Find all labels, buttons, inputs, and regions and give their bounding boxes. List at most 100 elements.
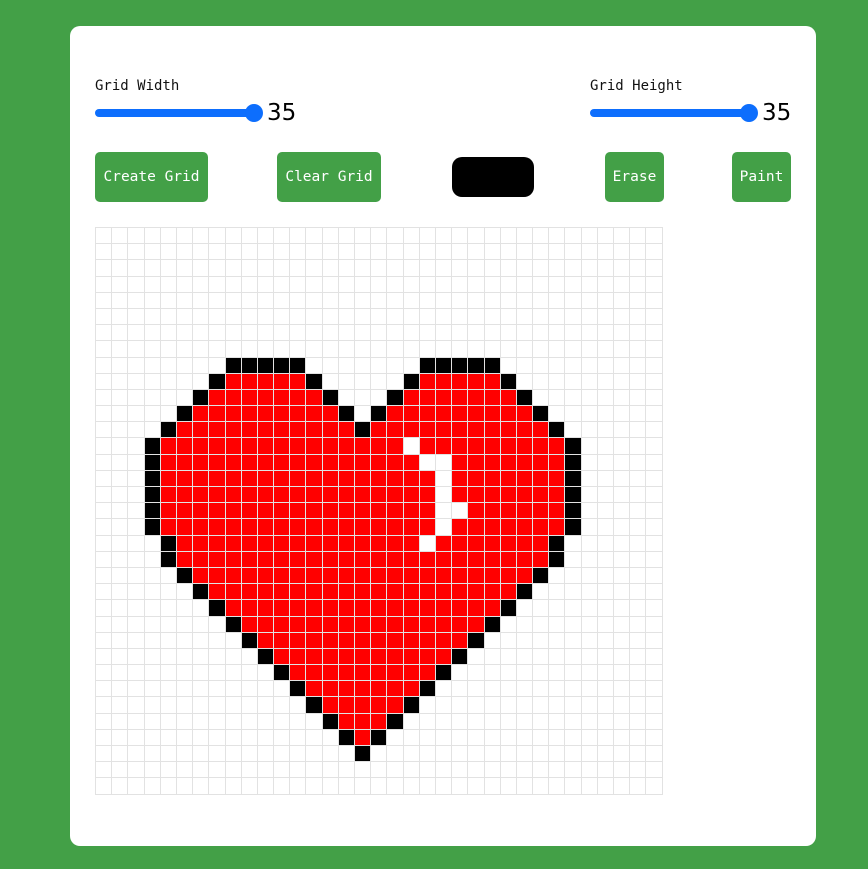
- grid-cell[interactable]: [306, 762, 323, 779]
- grid-cell[interactable]: [96, 325, 113, 342]
- grid-cell[interactable]: [128, 713, 145, 730]
- grid-cell[interactable]: [484, 454, 501, 471]
- grid-cell[interactable]: [549, 681, 566, 698]
- grid-cell[interactable]: [614, 746, 631, 763]
- grid-cell[interactable]: [484, 535, 501, 552]
- grid-cell[interactable]: [597, 746, 614, 763]
- grid-cell[interactable]: [241, 438, 258, 455]
- grid-cell[interactable]: [533, 600, 550, 617]
- grid-cell[interactable]: [484, 228, 501, 245]
- grid-cell[interactable]: [290, 697, 307, 714]
- grid-cell[interactable]: [387, 276, 404, 293]
- grid-cell[interactable]: [468, 551, 485, 568]
- grid-cell[interactable]: [209, 228, 226, 245]
- grid-cell[interactable]: [533, 341, 550, 358]
- grid-cell[interactable]: [468, 762, 485, 779]
- grid-cell[interactable]: [597, 260, 614, 277]
- grid-cell[interactable]: [597, 648, 614, 666]
- grid-cell[interactable]: [452, 519, 469, 536]
- grid-cell[interactable]: [500, 681, 517, 698]
- grid-cell[interactable]: [565, 584, 582, 601]
- grid-cell[interactable]: [387, 487, 404, 504]
- grid-cell[interactable]: [468, 470, 485, 487]
- grid-cell[interactable]: [581, 778, 598, 795]
- grid-cell[interactable]: [225, 244, 242, 261]
- grid-cell[interactable]: [306, 276, 323, 293]
- grid-cell[interactable]: [96, 503, 113, 520]
- grid-cell[interactable]: [403, 422, 420, 439]
- grid-cell[interactable]: [452, 762, 469, 779]
- grid-cell[interactable]: [565, 357, 582, 374]
- grid-cell[interactable]: [160, 438, 177, 455]
- grid-cell[interactable]: [614, 616, 631, 633]
- grid-cell[interactable]: [614, 454, 631, 471]
- grid-cell[interactable]: [290, 762, 307, 779]
- grid-cell[interactable]: [160, 292, 177, 309]
- grid-cell[interactable]: [176, 341, 194, 358]
- grid-cell[interactable]: [290, 292, 307, 309]
- grid-cell[interactable]: [597, 519, 614, 536]
- grid-cell[interactable]: [193, 406, 210, 423]
- grid-cell[interactable]: [614, 551, 631, 568]
- grid-cell[interactable]: [160, 584, 177, 601]
- grid-cell[interactable]: [209, 406, 226, 423]
- grid-cell[interactable]: [225, 357, 242, 374]
- grid-cell[interactable]: [549, 762, 566, 779]
- grid-cell[interactable]: [176, 681, 194, 698]
- grid-cell[interactable]: [209, 535, 226, 552]
- grid-cell[interactable]: [614, 244, 631, 261]
- grid-cell[interactable]: [96, 357, 113, 374]
- grid-cell[interactable]: [290, 406, 307, 423]
- grid-cell[interactable]: [322, 454, 339, 471]
- grid-cell[interactable]: [435, 470, 453, 487]
- grid-cell[interactable]: [565, 373, 582, 390]
- grid-cell[interactable]: [403, 503, 420, 520]
- grid-cell[interactable]: [500, 762, 517, 779]
- grid-cell[interactable]: [646, 503, 663, 520]
- grid-cell[interactable]: [565, 389, 582, 407]
- grid-cell[interactable]: [630, 260, 647, 277]
- grid-cell[interactable]: [241, 535, 258, 552]
- grid-cell[interactable]: [96, 406, 113, 423]
- grid-cell[interactable]: [290, 729, 307, 746]
- grid-cell[interactable]: [96, 438, 113, 455]
- grid-cell[interactable]: [176, 729, 194, 746]
- grid-cell[interactable]: [176, 487, 194, 504]
- grid-cell[interactable]: [355, 729, 372, 746]
- grid-cell[interactable]: [549, 551, 566, 568]
- grid-cell[interactable]: [209, 697, 226, 714]
- grid-cell[interactable]: [403, 470, 420, 487]
- grid-cell[interactable]: [565, 244, 582, 261]
- grid-cell[interactable]: [160, 713, 177, 730]
- grid-cell[interactable]: [128, 260, 145, 277]
- grid-cell[interactable]: [225, 389, 242, 407]
- grid-cell[interactable]: [549, 616, 566, 633]
- grid-cell[interactable]: [565, 697, 582, 714]
- grid-cell[interactable]: [193, 438, 210, 455]
- grid-cell[interactable]: [338, 325, 355, 342]
- grid-cell[interactable]: [241, 487, 258, 504]
- grid-cell[interactable]: [176, 357, 194, 374]
- grid-cell[interactable]: [257, 600, 275, 617]
- grid-cell[interactable]: [241, 746, 258, 763]
- grid-cell[interactable]: [274, 648, 291, 666]
- grid-cell[interactable]: [435, 778, 453, 795]
- grid-cell[interactable]: [516, 616, 534, 633]
- grid-cell[interactable]: [516, 422, 534, 439]
- grid-cell[interactable]: [516, 341, 534, 358]
- grid-cell[interactable]: [144, 470, 161, 487]
- grid-cell[interactable]: [257, 648, 275, 666]
- grid-cell[interactable]: [614, 438, 631, 455]
- grid-cell[interactable]: [581, 260, 598, 277]
- grid-cell[interactable]: [257, 535, 275, 552]
- grid-cell[interactable]: [387, 341, 404, 358]
- grid-cell[interactable]: [96, 584, 113, 601]
- grid-cell[interactable]: [306, 632, 323, 649]
- grid-cell[interactable]: [468, 406, 485, 423]
- grid-cell[interactable]: [112, 422, 129, 439]
- grid-cell[interactable]: [306, 389, 323, 407]
- grid-cell[interactable]: [533, 519, 550, 536]
- grid-cell[interactable]: [128, 697, 145, 714]
- grid-cell[interactable]: [241, 470, 258, 487]
- grid-cell[interactable]: [144, 438, 161, 455]
